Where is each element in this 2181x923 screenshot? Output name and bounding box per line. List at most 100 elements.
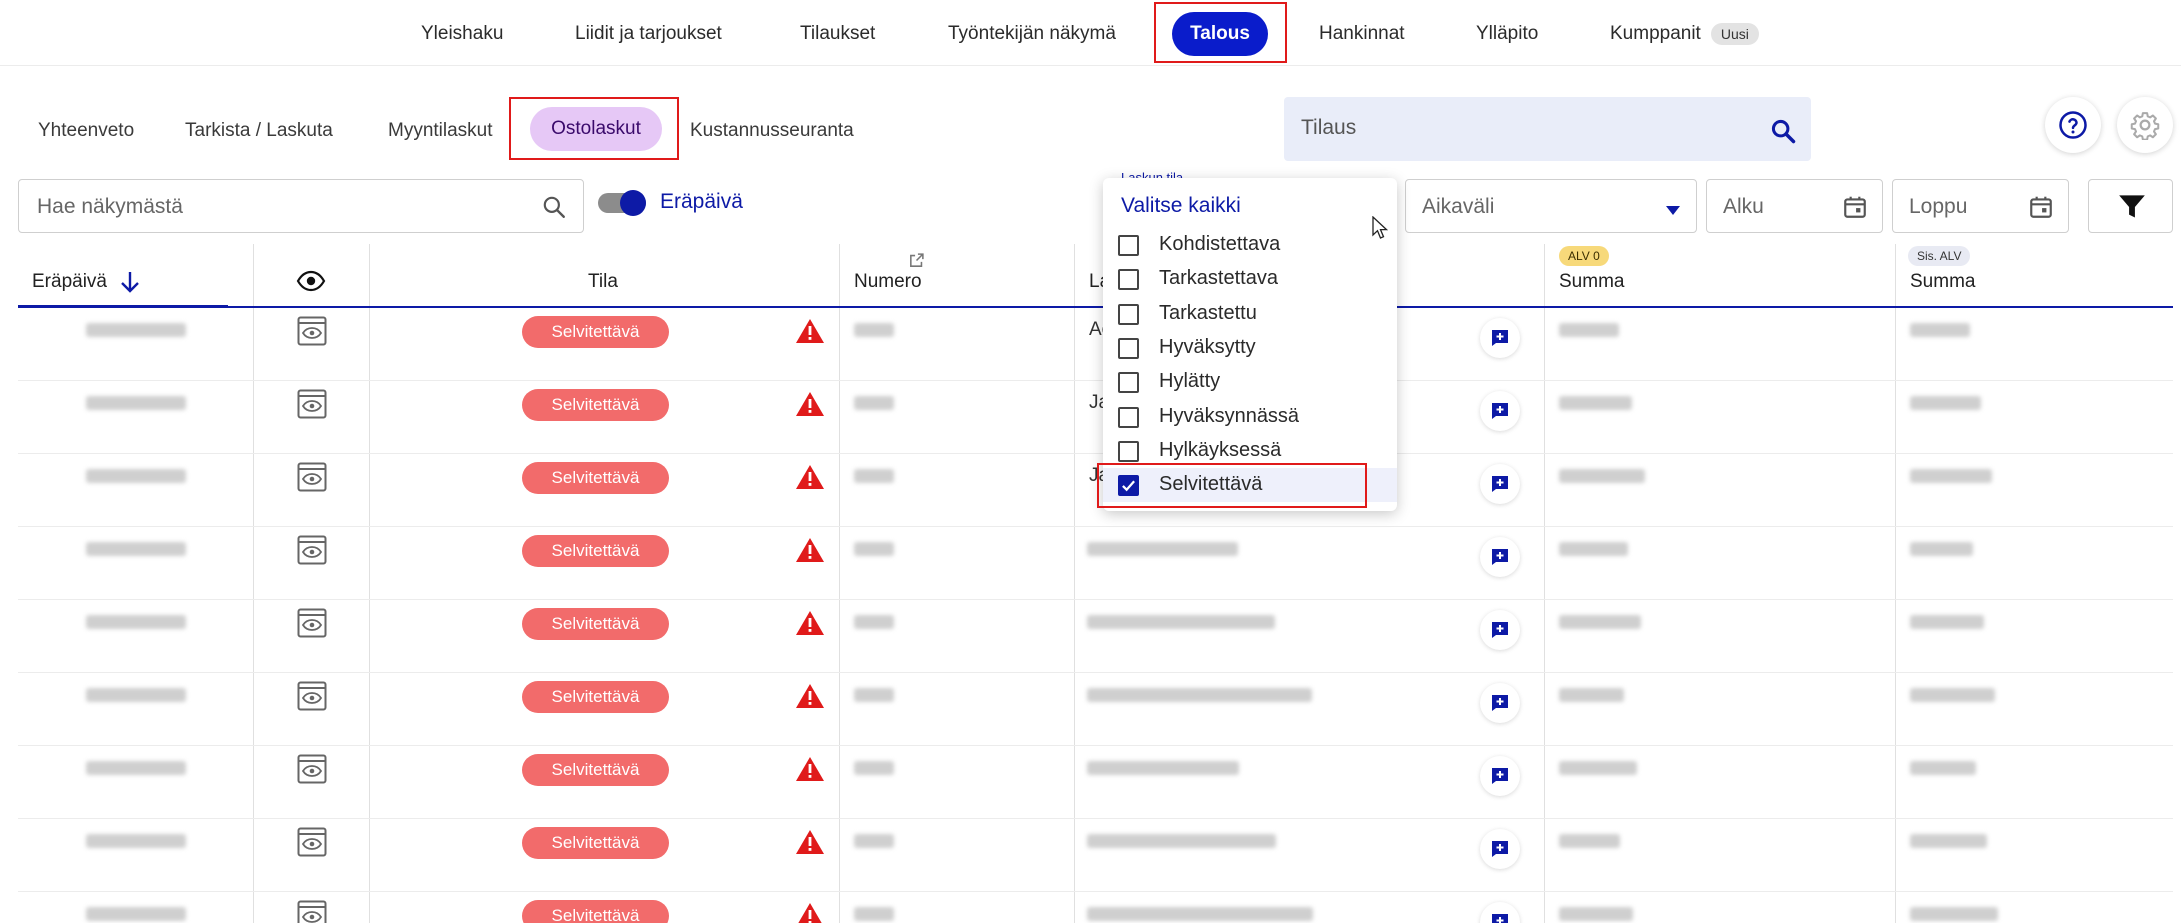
number-redacted <box>854 834 894 848</box>
preview-icon[interactable] <box>297 462 327 492</box>
nav-item-tyontekija[interactable]: Työntekijän näkymä <box>948 20 1116 48</box>
nav-item-yleishaku[interactable]: Yleishaku <box>421 20 503 48</box>
checkbox[interactable] <box>1118 303 1139 325</box>
gear-icon <box>2130 112 2160 140</box>
help-button[interactable] <box>2045 97 2101 153</box>
due-date-redacted <box>86 542 186 556</box>
add-note-icon <box>1492 330 1508 346</box>
table-row[interactable]: Selvitettävä <box>18 819 2173 892</box>
add-note-icon <box>1492 549 1508 565</box>
eye-icon <box>296 270 326 292</box>
add-comment-button[interactable] <box>1480 537 1520 577</box>
settings-button[interactable] <box>2117 97 2173 153</box>
column-header-preview[interactable] <box>254 244 370 306</box>
new-badge: Uusi <box>1710 22 1759 45</box>
status-badge[interactable]: Selvitettävä <box>522 900 669 923</box>
checkbox[interactable] <box>1118 440 1139 462</box>
table-row[interactable]: Selvitettävä Ac <box>18 308 2173 381</box>
view-search-input[interactable]: Hae näkymästä <box>18 179 584 233</box>
add-comment-button[interactable] <box>1480 318 1520 358</box>
table-row[interactable]: Selvitettävä <box>18 746 2173 819</box>
preview-icon[interactable] <box>297 827 327 857</box>
vat0-badge: ALV 0 <box>1559 246 1609 266</box>
status-option[interactable]: Tarkastettu <box>1103 297 1397 331</box>
status-option[interactable]: Tarkastettava <box>1103 262 1397 296</box>
end-placeholder: Loppu <box>1909 195 1968 218</box>
table-row[interactable]: Selvitettävä Ja <box>18 454 2173 527</box>
table-row[interactable]: Selvitettävä <box>18 673 2173 746</box>
search-icon[interactable] <box>541 194 567 225</box>
add-comment-button[interactable] <box>1480 683 1520 723</box>
period-select[interactable]: Aikaväli <box>1405 179 1697 233</box>
warning-icon <box>798 903 822 923</box>
sum-incl-redacted <box>1910 396 1981 410</box>
warning-icon <box>796 684 824 708</box>
tab-kustannusseuranta[interactable]: Kustannusseuranta <box>690 118 854 144</box>
column-header-sum-incl-vat[interactable]: Sis. ALV Summa <box>1896 244 2173 306</box>
filter-button[interactable] <box>2088 179 2173 233</box>
preview-icon[interactable] <box>297 754 327 784</box>
preview-icon[interactable] <box>297 681 327 711</box>
status-badge[interactable]: Selvitettävä <box>522 462 669 494</box>
table-row[interactable]: Selvitettävä <box>18 892 2173 923</box>
checkbox[interactable] <box>1118 269 1139 291</box>
preview-icon[interactable] <box>297 389 327 419</box>
checkbox[interactable] <box>1118 235 1139 256</box>
vat-incl-badge: Sis. ALV <box>1908 246 1971 266</box>
column-header-number[interactable]: Numero <box>840 244 1075 306</box>
add-comment-button[interactable] <box>1480 464 1520 504</box>
nav-item-yllapito[interactable]: Ylläpito <box>1476 20 1538 48</box>
checkbox[interactable] <box>1118 337 1139 359</box>
add-comment-button[interactable] <box>1480 829 1520 869</box>
status-badge[interactable]: Selvitettävä <box>522 681 669 713</box>
tab-tarkista-laskuta[interactable]: Tarkista / Laskuta <box>185 118 333 144</box>
nav-item-kumppanit[interactable]: Kumppanit Uusi <box>1610 20 1759 48</box>
order-search-input[interactable]: Tilaus <box>1284 97 1811 161</box>
checkbox[interactable] <box>1118 406 1139 428</box>
status-option[interactable]: Hyväksynnässä <box>1103 400 1397 434</box>
tab-myyntilaskut[interactable]: Myyntilaskut <box>388 118 493 144</box>
status-option[interactable]: Hyväksytty <box>1103 331 1397 365</box>
status-badge[interactable]: Selvitettävä <box>522 316 669 348</box>
status-badge[interactable]: Selvitettävä <box>522 754 669 786</box>
end-date-field[interactable]: Loppu <box>1892 179 2069 233</box>
preview-icon[interactable] <box>297 900 327 923</box>
add-comment-button[interactable] <box>1480 391 1520 431</box>
calendar-icon[interactable] <box>1842 194 1868 225</box>
open-external-icon[interactable] <box>908 252 925 269</box>
arrow-down-icon[interactable] <box>119 270 141 294</box>
add-comment-button[interactable] <box>1480 756 1520 796</box>
table-row[interactable]: Selvitettävä <box>18 527 2173 600</box>
nav-item-liidit[interactable]: Liidit ja tarjoukset <box>575 20 722 48</box>
preview-icon[interactable] <box>297 535 327 565</box>
nav-item-tilaukset[interactable]: Tilaukset <box>800 20 875 48</box>
nav-item-talous[interactable]: Talous <box>1172 12 1268 56</box>
checkbox[interactable] <box>1118 372 1139 394</box>
due-date-toggle[interactable] <box>598 190 648 216</box>
sum-incl-redacted <box>1910 323 1970 337</box>
warning-icon <box>796 465 824 489</box>
status-badge[interactable]: Selvitettävä <box>522 608 669 640</box>
preview-icon[interactable] <box>297 608 327 638</box>
calendar-icon[interactable] <box>2028 194 2054 225</box>
search-icon[interactable] <box>1769 117 1797 145</box>
add-note-icon <box>1492 622 1508 638</box>
status-option[interactable]: Hylätty <box>1103 365 1397 399</box>
column-header-due-date[interactable]: Eräpäivä <box>18 244 254 308</box>
select-all-option[interactable]: Valitse kaikki <box>1121 194 1241 218</box>
nav-item-hankinnat[interactable]: Hankinnat <box>1319 20 1405 48</box>
status-option[interactable]: Kohdistettava <box>1103 228 1397 262</box>
table-row[interactable]: Selvitettävä <box>18 600 2173 673</box>
add-comment-button[interactable] <box>1480 610 1520 650</box>
table-cell <box>840 454 1075 526</box>
tab-yhteenveto[interactable]: Yhteenveto <box>38 118 134 144</box>
column-header-sum-excl-vat[interactable]: ALV 0 Summa <box>1545 244 1896 306</box>
status-badge[interactable]: Selvitettävä <box>522 389 669 421</box>
preview-icon[interactable] <box>297 316 327 346</box>
status-badge[interactable]: Selvitettävä <box>522 827 669 859</box>
column-header-status[interactable]: Tila <box>370 244 840 306</box>
start-date-field[interactable]: Alku <box>1706 179 1883 233</box>
table-row[interactable]: Selvitettävä Ja <box>18 381 2173 454</box>
status-badge[interactable]: Selvitettävä <box>522 535 669 567</box>
tab-ostolaskut[interactable]: Ostolaskut <box>530 107 662 151</box>
